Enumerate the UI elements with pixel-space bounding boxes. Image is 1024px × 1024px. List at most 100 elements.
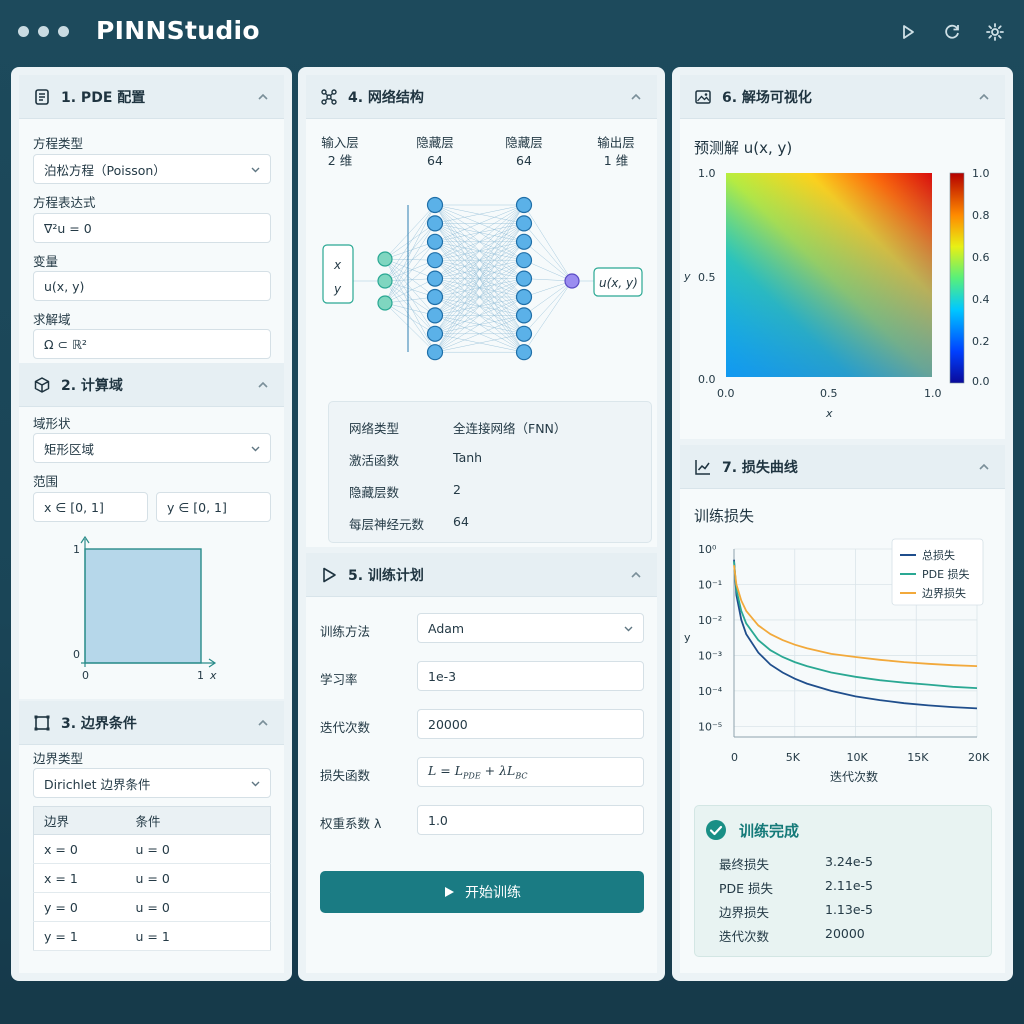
window-controls[interactable] [18, 26, 69, 37]
info-value: Tanh [453, 450, 483, 465]
domain-header[interactable]: 2. 计算域 [19, 363, 284, 407]
bc-type-value: Dirichlet 边界条件 [44, 776, 151, 792]
loss-x-tick: 5K [786, 751, 801, 764]
loss-formula-input[interactable]: L = LPDE + λLBC [417, 757, 644, 787]
boundary-table: 边界 条件 x = 0u = 0 x = 1u = 0 y = 0u = 0 y… [33, 806, 271, 951]
expr-value: ∇²u = 0 [44, 220, 92, 236]
table-cell: y = 1 [33, 921, 126, 951]
y-bottom-tick: 0 [73, 648, 80, 661]
start-training-button[interactable]: 开始训练 [320, 871, 644, 913]
domain-label: 求解域 [33, 312, 71, 327]
domain-rectangle [84, 548, 202, 664]
connection [384, 204, 436, 304]
hidden-node [426, 270, 444, 287]
x-range-input[interactable]: x ∈ [0, 1] [33, 492, 148, 522]
input-node [377, 295, 393, 311]
eq-type-value: 泊松方程（Poisson） [44, 162, 166, 178]
section-title: 3. 边界条件 [61, 715, 137, 732]
hidden-node [426, 252, 444, 269]
bc-type-select[interactable]: Dirichlet 边界条件 [33, 768, 271, 798]
info-key: 隐藏层数 [349, 485, 400, 500]
expr-input[interactable]: ∇²u = 0 [33, 213, 271, 243]
input-x-label: x [333, 258, 342, 272]
hidden-node [426, 215, 444, 232]
connection [384, 258, 436, 353]
loss-header[interactable]: 7. 损失曲线 [680, 445, 1005, 489]
table-row[interactable]: x = 1u = 0 [33, 863, 271, 893]
table-row[interactable]: y = 1u = 1 [33, 921, 271, 951]
refresh-button[interactable] [940, 20, 964, 44]
table-header: 边界 [33, 806, 126, 835]
pde-config-header[interactable]: 1. PDE 配置 [19, 75, 284, 119]
legend-label: 边界损失 [922, 586, 966, 600]
info-key: 激活函数 [349, 453, 400, 468]
chevron-up-icon[interactable] [977, 90, 991, 104]
weight-input[interactable]: 1.0 [417, 805, 644, 835]
layer-header-hidden-1: 隐藏层 64 [400, 134, 470, 170]
shape-select[interactable]: 矩形区域 [33, 433, 271, 463]
table-row[interactable]: x = 0u = 0 [33, 834, 271, 864]
run-button[interactable] [896, 20, 920, 44]
info-value: 2 [453, 482, 461, 497]
table-header: 条件 [125, 806, 271, 835]
domain-input[interactable]: Ω ⊂ ℝ² [33, 329, 271, 359]
table-cell: u = 0 [125, 863, 271, 893]
stat-value: 3.24e-5 [825, 854, 873, 869]
info-value: 64 [453, 514, 469, 529]
training-complete-panel: 训练完成 最终损失 3.24e-5 PDE 损失 2.11e-5 边界损失 1.13e… [694, 805, 992, 957]
chevron-up-icon[interactable] [256, 90, 270, 104]
y-range-value: y ∈ [0, 1] [167, 499, 227, 515]
chevron-up-icon[interactable] [629, 568, 643, 582]
chevron-up-icon[interactable] [629, 90, 643, 104]
iter-input[interactable]: 20000 [417, 709, 644, 739]
settings-button[interactable] [983, 20, 1007, 44]
visualization-header[interactable]: 6. 解场可视化 [680, 75, 1005, 119]
stat-key: 迭代次数 [719, 929, 770, 944]
var-value: u(x, y) [44, 278, 85, 294]
loss-legend: 总损失 PDE 损失边界损失 [891, 538, 984, 606]
input-node [377, 273, 393, 289]
x-range-value: x ∈ [0, 1] [44, 499, 104, 515]
range-label: 范围 [33, 474, 59, 489]
network-icon [321, 88, 337, 105]
layer-size: 1 维 [603, 153, 629, 168]
input-y-label: y [333, 282, 342, 296]
lr-input[interactable]: 1e-3 [417, 661, 644, 691]
y-tick: 1.0 [698, 167, 716, 180]
domain-value: Ω ⊂ ℝ² [44, 336, 87, 352]
chevron-up-icon[interactable] [977, 460, 991, 474]
line-chart-icon [695, 459, 710, 475]
iter-value: 20000 [428, 716, 468, 732]
var-input[interactable]: u(x, y) [33, 271, 271, 301]
chevron-up-icon[interactable] [256, 378, 270, 392]
network-column: 4. 网络结构 输入层 2 维 隐藏层 64 隐藏层 64 输出层 1 维 x y u(… [298, 67, 665, 981]
var-label: 变量 [33, 254, 59, 269]
colorbar-tick: 1.0 [972, 167, 990, 180]
hidden-node [426, 325, 444, 342]
layer-size: 64 [427, 153, 443, 168]
eq-type-select[interactable]: 泊松方程（Poisson） [33, 154, 271, 184]
connection [384, 258, 436, 316]
boundary-header[interactable]: 3. 边界条件 [19, 701, 284, 745]
method-select[interactable]: Adam [417, 613, 644, 643]
hidden-node [515, 325, 533, 342]
weight-value: 1.0 [428, 812, 448, 828]
lr-label: 学习率 [320, 672, 358, 687]
table-row[interactable]: y = 0u = 0 [33, 892, 271, 922]
loss-x-tick: 10K [847, 751, 869, 764]
training-header[interactable]: 5. 训练计划 [306, 553, 657, 597]
y-range-input[interactable]: y ∈ [0, 1] [156, 492, 271, 522]
hidden-node [515, 288, 533, 306]
info-value: 全连接网络（FNN） [453, 421, 567, 436]
table-cell: u = 1 [125, 921, 271, 951]
hidden-node [426, 288, 444, 306]
iter-label: 迭代次数 [320, 720, 371, 735]
chevron-up-icon[interactable] [256, 716, 270, 730]
cube-icon [34, 376, 50, 393]
loss-chart: 10⁰ 10⁻¹ 10⁻² 10⁻³ 10⁻⁴ 10⁻⁵ 0 5K 10K 15K 20K y 迭代… [684, 538, 990, 784]
loss-x-tick: 15K [907, 751, 929, 764]
network-header[interactable]: 4. 网络结构 [306, 75, 657, 119]
loss-y-tick: 10⁻⁵ [698, 720, 722, 733]
heatmap-shading [726, 173, 932, 377]
loss-chart-title: 训练损失 [694, 507, 755, 525]
